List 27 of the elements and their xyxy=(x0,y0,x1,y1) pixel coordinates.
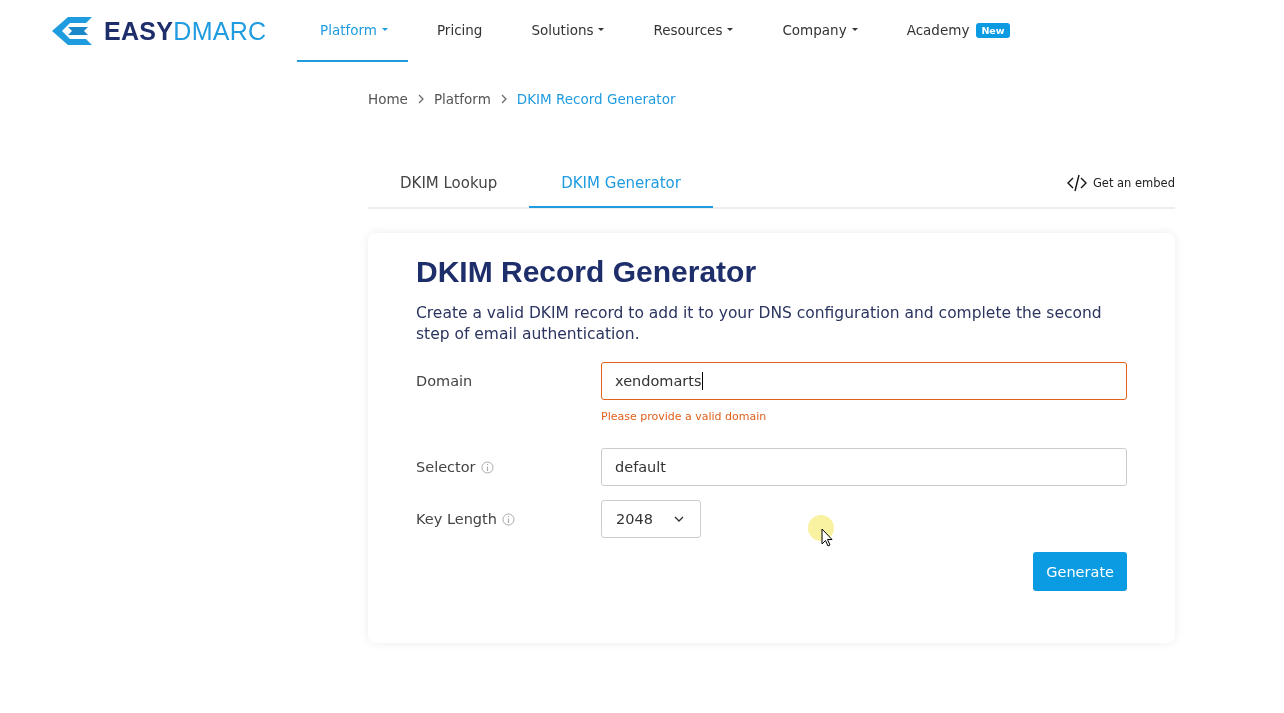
info-icon[interactable] xyxy=(501,512,515,526)
input-field[interactable]: xendomarts xyxy=(601,362,1127,400)
field-label: Domain xyxy=(416,373,473,389)
nav-link[interactable]: Company xyxy=(759,0,878,62)
logo-icon xyxy=(52,15,94,47)
get-embed-link[interactable]: Get an embed xyxy=(1066,174,1175,192)
chevron-right-icon xyxy=(416,94,425,104)
card-description: Create a valid DKIM record to add it to your DNS configuration and complete the second step of email authentication. xyxy=(416,303,1103,345)
nav-link[interactable]: Academy New xyxy=(883,0,1030,62)
input-field[interactable]: default xyxy=(601,448,1127,486)
field-label: Selector xyxy=(416,459,476,475)
tab[interactable]: DKIM Lookup xyxy=(368,160,530,208)
field-label: Key Length xyxy=(416,511,497,527)
chevron-down-icon xyxy=(674,516,684,522)
easydmarc-logo[interactable]: EASYDMARC xyxy=(52,15,297,47)
error-message: Please provide a valid domain xyxy=(601,410,768,423)
info-icon[interactable] xyxy=(480,460,494,474)
new-badge: New xyxy=(976,22,1010,38)
breadcrumb-link[interactable]: Home xyxy=(368,91,408,107)
breadcrumb-link[interactable]: Platform xyxy=(433,91,491,107)
nav-link[interactable]: Resources xyxy=(630,0,754,62)
key-length-dropdown[interactable]: 2048 xyxy=(601,500,701,538)
chevron-right-icon xyxy=(499,94,508,104)
nav-link[interactable]: Solutions xyxy=(508,0,625,62)
card-title: DKIM Record Generator xyxy=(416,255,758,289)
nav-link[interactable]: Pricing xyxy=(413,0,503,62)
code-icon xyxy=(1066,174,1087,192)
